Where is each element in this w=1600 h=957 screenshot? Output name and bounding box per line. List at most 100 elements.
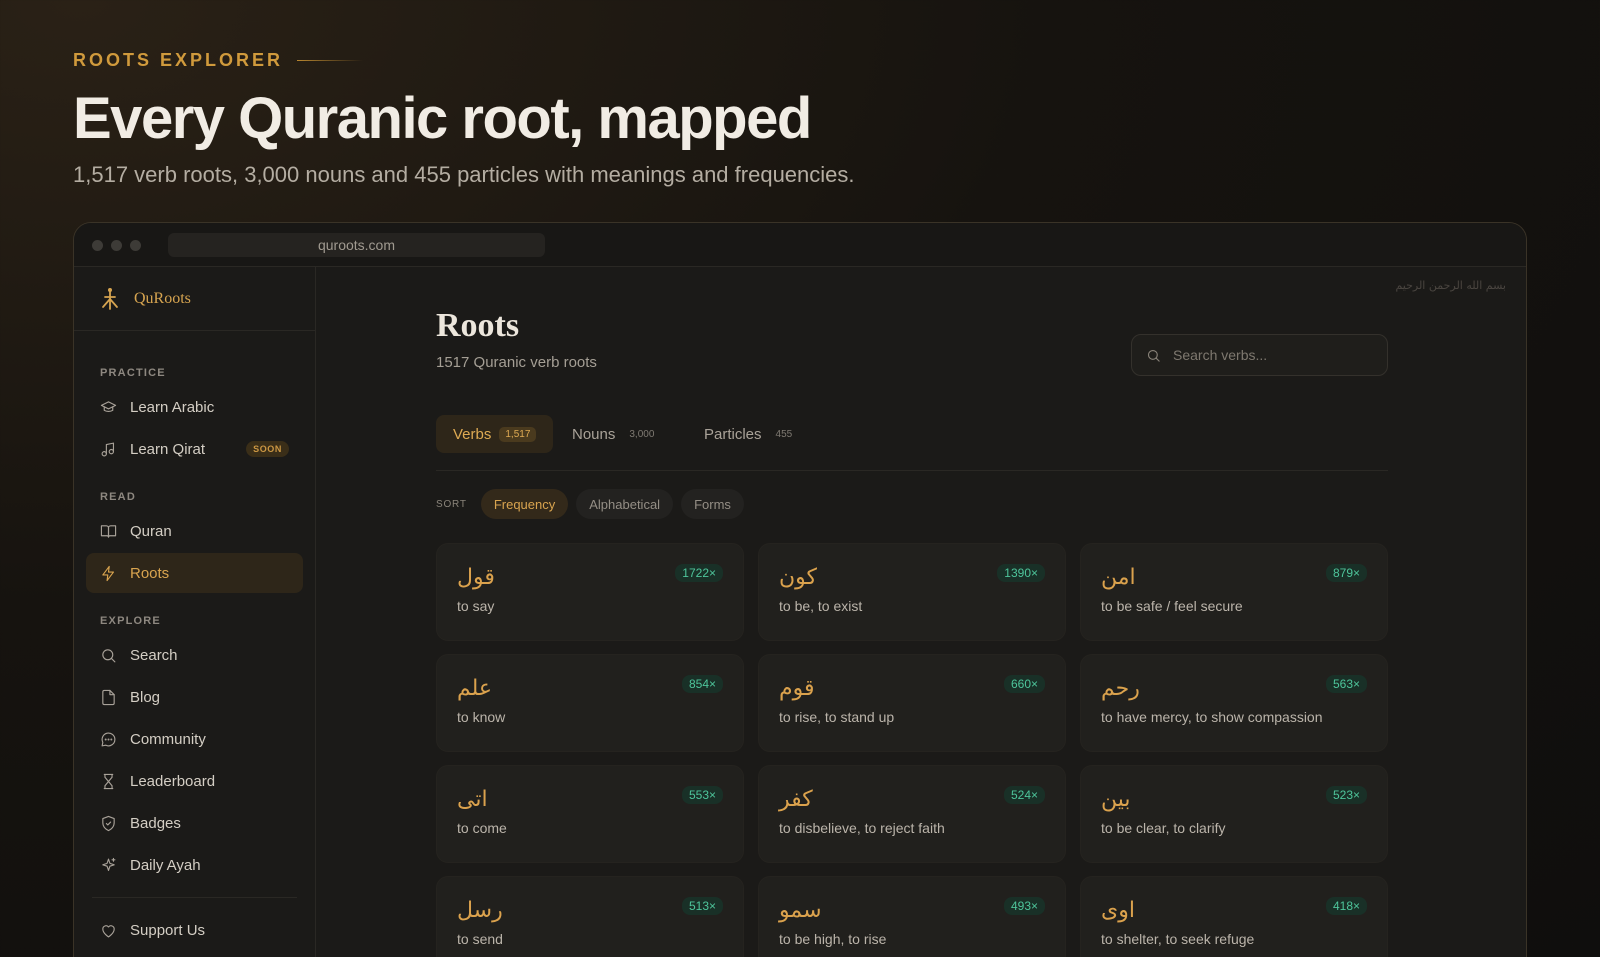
root-meaning: to be, to exist: [779, 598, 863, 614]
frequency-badge: 1390×: [997, 564, 1045, 582]
sidebar-item-label: Leaderboard: [130, 772, 216, 790]
tab-label: Verbs: [453, 425, 492, 443]
sidebar-item-leaderboard[interactable]: Leaderboard: [74, 761, 315, 801]
lightning-icon: [102, 565, 115, 581]
window-maximize-dot[interactable]: [130, 240, 141, 251]
sidebar-item-support-us[interactable]: Support Us: [74, 910, 315, 950]
tab-label: Nouns: [572, 425, 616, 443]
sidebar: QuRoots PRACTICE Learn Arabic Learn Qira…: [74, 267, 316, 957]
root-card[interactable]: علم to know 854×: [436, 654, 744, 752]
frequency-badge: 553×: [681, 786, 723, 804]
sidebar-item-badges[interactable]: Badges: [74, 803, 315, 843]
section-label-read: READ: [100, 491, 136, 503]
url-bar[interactable]: quroots.com: [168, 233, 545, 257]
tab-nouns[interactable]: Nouns 3,000: [555, 415, 677, 453]
sidebar-divider: [92, 897, 297, 898]
sort-frequency-chip[interactable]: Frequency: [480, 489, 569, 519]
sidebar-item-learn-arabic[interactable]: Learn Arabic: [74, 387, 315, 427]
root-meaning: to be high, to rise: [779, 931, 887, 947]
section-label-explore: EXPLORE: [100, 615, 161, 627]
browser-window: quroots.com QuRoots PRACTICE Learn Arabi…: [73, 222, 1527, 957]
shield-check-icon: [102, 815, 115, 831]
sort-label: SORT: [436, 498, 467, 510]
document-icon: [102, 689, 115, 705]
browser-titlebar: quroots.com: [74, 223, 1526, 267]
window-minimize-dot[interactable]: [111, 240, 122, 251]
roots-grid: قول to say 1722× كون to be, to exist 1390× ا…: [436, 543, 1388, 957]
logo[interactable]: QuRoots: [74, 267, 315, 331]
sidebar-item-community[interactable]: Community: [74, 719, 315, 759]
sidebar-item-label: Learn Qirat: [130, 440, 206, 458]
search-input[interactable]: [1173, 347, 1373, 363]
frequency-badge: 1722×: [675, 564, 723, 582]
frequency-badge: 418×: [1325, 897, 1367, 915]
frequency-badge: 513×: [681, 897, 723, 915]
root-card[interactable]: سمو to be high, to rise 493×: [758, 876, 1066, 957]
frequency-badge: 563×: [1325, 675, 1367, 693]
root-card[interactable]: رحم to have mercy, to show compassion 563×: [1080, 654, 1388, 752]
tab-label: Particles: [704, 425, 762, 443]
hero-title: Every Quranic root, mapped: [73, 86, 812, 151]
book-open-icon: [100, 524, 117, 538]
root-meaning: to say: [457, 598, 495, 614]
sidebar-item-blog[interactable]: Blog: [74, 677, 315, 717]
frequency-badge: 523×: [1325, 786, 1367, 804]
root-meaning: to shelter, to seek refuge: [1101, 931, 1255, 947]
sidebar-item-search[interactable]: Search: [74, 635, 315, 675]
frequency-badge: 660×: [1003, 675, 1045, 693]
sort-alphabetical-chip[interactable]: Alphabetical: [576, 489, 674, 519]
page-title: Roots: [436, 307, 520, 344]
frequency-badge: 854×: [681, 675, 723, 693]
sidebar-item-label: Community: [130, 730, 206, 748]
music-note-icon: [101, 442, 115, 456]
root-card[interactable]: قوم to rise, to stand up 660×: [758, 654, 1066, 752]
bismillah-text: بسم الله الرحمن الرحيم: [1395, 279, 1506, 292]
sidebar-item-label: Search: [130, 646, 178, 664]
sidebar-item-learn-qirat[interactable]: Learn Qirat SOON: [74, 429, 315, 469]
sidebar-item-label: Roots: [130, 564, 170, 582]
sidebar-item-label: Blog: [130, 688, 161, 706]
hero-eyebrow: ROOTS EXPLORER: [73, 50, 855, 71]
sidebar-item-daily-ayah[interactable]: Daily Ayah: [74, 845, 315, 885]
root-meaning: to send: [457, 931, 503, 947]
window-close-dot[interactable]: [92, 240, 103, 251]
search-box[interactable]: [1131, 334, 1388, 376]
root-card[interactable]: كفر to disbelieve, to reject faith 524×: [758, 765, 1066, 863]
eyebrow-divider: [297, 60, 364, 61]
root-meaning: to disbelieve, to reject faith: [779, 820, 945, 836]
frequency-badge: 493×: [1003, 897, 1045, 915]
tab-count: 455: [775, 428, 793, 440]
root-card[interactable]: امن to be safe / feel secure 879×: [1080, 543, 1388, 641]
main-content: بسم الله الرحمن الرحيم Roots 1517 Qurani…: [316, 267, 1526, 957]
root-card[interactable]: قول to say 1722×: [436, 543, 744, 641]
sidebar-item-quran[interactable]: Quran: [74, 511, 315, 551]
tab-count: 3,000: [629, 428, 655, 440]
sidebar-item-label: Quran: [130, 522, 172, 540]
tab-particles[interactable]: Particles 455: [687, 415, 815, 453]
sidebar-item-roots[interactable]: Roots: [86, 553, 303, 593]
sparkle-icon: [102, 857, 116, 871]
logo-text: QuRoots: [134, 289, 191, 307]
root-meaning: to be clear, to clarify: [1101, 820, 1226, 836]
page-subtitle: 1517 Quranic verb roots: [436, 354, 597, 371]
heart-icon: [102, 924, 115, 937]
quroots-logo-icon: [102, 287, 118, 310]
tab-verbs[interactable]: Verbs 1,517: [436, 415, 554, 453]
sidebar-item-label: Learn Arabic: [130, 398, 215, 416]
sidebar-item-label: Daily Ayah: [130, 856, 201, 874]
search-icon: [102, 648, 116, 662]
root-card[interactable]: اتى to come 553×: [436, 765, 744, 863]
soon-badge: SOON: [246, 441, 289, 457]
root-meaning: to have mercy, to show compassion: [1101, 709, 1323, 725]
root-card[interactable]: رسل to send 513×: [436, 876, 744, 957]
sort-forms-chip[interactable]: Forms: [681, 489, 744, 519]
section-label-practice: PRACTICE: [100, 367, 166, 379]
hero: ROOTS EXPLORER Every Quranic root, mappe…: [73, 50, 855, 188]
root-card[interactable]: اوى to shelter, to seek refuge 418×: [1080, 876, 1388, 957]
frequency-badge: 879×: [1325, 564, 1367, 582]
root-card[interactable]: بين to be clear, to clarify 523×: [1080, 765, 1388, 863]
root-meaning: to be safe / feel secure: [1101, 598, 1243, 614]
eyebrow-label: ROOTS EXPLORER: [73, 50, 284, 70]
root-card[interactable]: كون to be, to exist 1390×: [758, 543, 1066, 641]
chat-bubble-icon: [101, 731, 116, 746]
